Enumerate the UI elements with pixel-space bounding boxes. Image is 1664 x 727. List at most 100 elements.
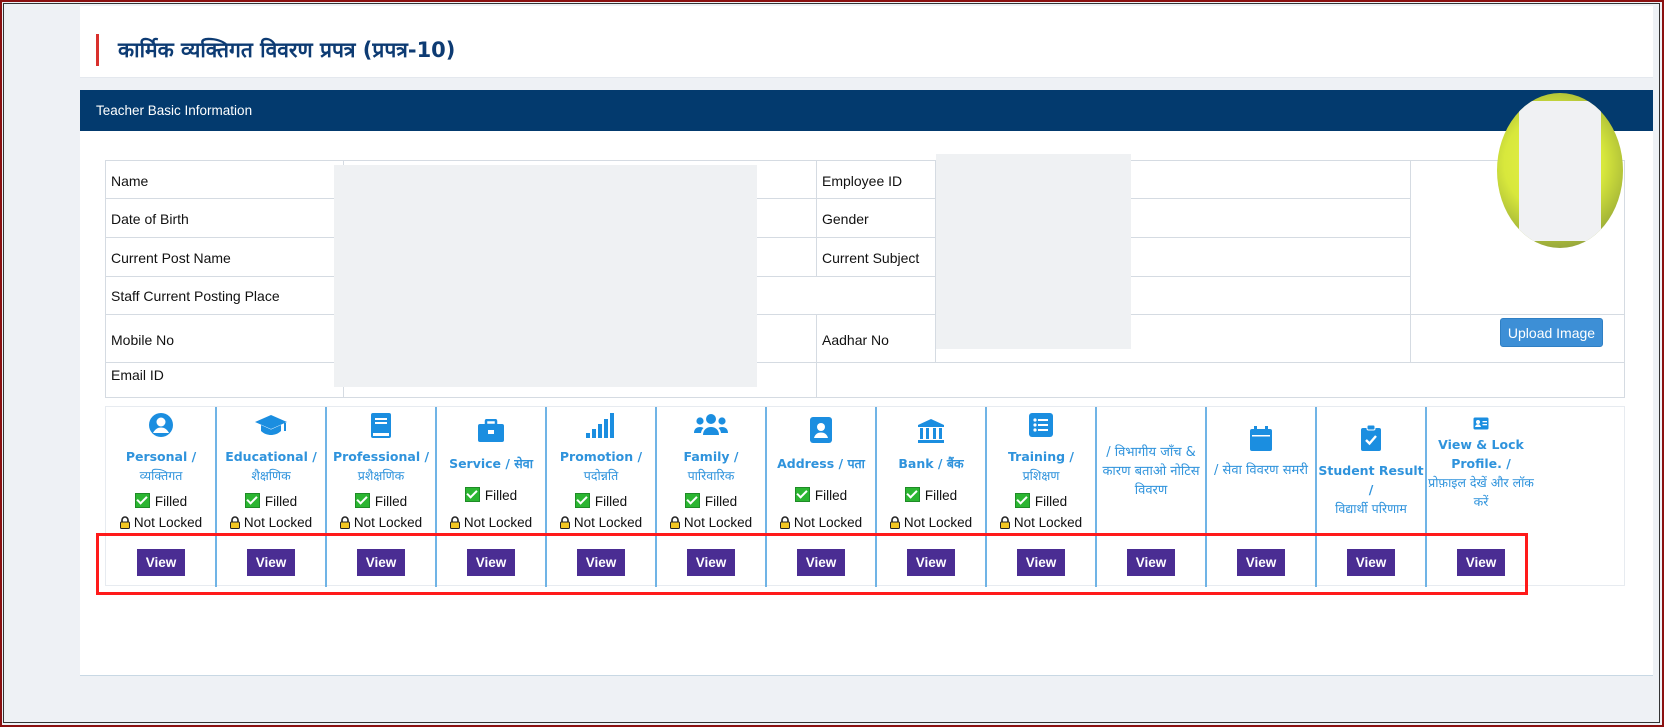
filled-status: Filled: [546, 493, 656, 509]
view-inquiry-button[interactable]: View: [1127, 549, 1175, 576]
module-title-en: Service / सेवा: [449, 456, 533, 471]
module-title-hi: व्यक्तिगत: [139, 468, 183, 483]
view-personal-button[interactable]: View: [137, 549, 185, 576]
check-icon: [354, 493, 370, 508]
check-icon: [464, 487, 480, 502]
lock-icon: [999, 516, 1010, 529]
module-service-summary: / सेवा विवरण समरी View: [1206, 407, 1316, 587]
lock-status: Not Locked: [106, 515, 216, 530]
list-icon: [986, 412, 1096, 443]
filled-status: Filled: [876, 487, 986, 503]
lock-status: Not Locked: [326, 515, 436, 530]
redacted-info-left: [334, 165, 757, 387]
lock-icon: [559, 516, 570, 529]
module-service: Service / सेवा Filled Not Locked View: [436, 407, 546, 587]
module-title-en: / सेवा विवरण समरी: [1214, 463, 1308, 478]
dob-label: Date of Birth: [111, 211, 189, 227]
title-accent-bar: [96, 34, 99, 66]
module-title-en: Address / पता: [777, 456, 865, 471]
page-title: कार्मिक व्यक्तिगत विवरण प्रपत्र (प्रपत्र…: [118, 38, 456, 62]
lock-icon: [339, 516, 350, 529]
user-circle-icon: [106, 412, 216, 443]
filled-status: Filled: [656, 493, 766, 509]
view-address-button[interactable]: View: [797, 549, 845, 576]
graduation-cap-icon: [216, 413, 326, 442]
signal-bars-icon: [546, 411, 656, 444]
post-label: Current Post Name: [111, 250, 231, 266]
module-student-result: Student Result / विद्यार्थी परिणाम View: [1316, 407, 1426, 587]
avatar: [1497, 93, 1623, 248]
check-icon: [574, 493, 590, 508]
view-service-summary-button[interactable]: View: [1237, 549, 1285, 576]
lock-icon: [229, 516, 240, 529]
module-title-hi: शैक्षणिक: [251, 468, 291, 483]
module-title-hi: पारिवारिक: [687, 468, 735, 483]
module-title-en: Promotion /: [559, 449, 643, 464]
check-icon: [244, 493, 260, 508]
lock-icon: [449, 516, 460, 529]
redacted-info-right: [936, 154, 1131, 349]
view-bank-button[interactable]: View: [907, 549, 955, 576]
view-service-button[interactable]: View: [467, 549, 515, 576]
filled-status: Filled: [326, 493, 436, 509]
module-title-en: Personal /: [125, 449, 197, 464]
module-title-en: Training /: [1008, 449, 1074, 464]
check-icon: [904, 487, 920, 502]
check-icon: [794, 487, 810, 502]
filled-status: Filled: [766, 487, 876, 503]
lock-icon: [889, 516, 900, 529]
view-educational-button[interactable]: View: [247, 549, 295, 576]
view-lock-profile-button[interactable]: View: [1457, 549, 1505, 576]
lock-icon: [669, 516, 680, 529]
card-header: Teacher Basic Information: [80, 90, 1653, 131]
module-title-en: Educational /: [225, 449, 317, 464]
aadhar-label: Aadhar No: [822, 332, 889, 348]
lock-status: Not Locked: [766, 515, 876, 530]
address-book-icon: [766, 416, 876, 449]
module-title-hi: प्रोफ़ाइल देखें और लॉक करें: [1428, 475, 1534, 509]
posting-place-label: Staff Current Posting Place: [111, 288, 280, 304]
module-title-hi: विद्यार्थी परिणाम: [1335, 501, 1407, 516]
subject-label: Current Subject: [822, 250, 920, 266]
view-student-result-button[interactable]: View: [1347, 549, 1395, 576]
module-title-en: Professional /: [332, 449, 430, 464]
module-title-en: View & Lock Profile. /: [1438, 437, 1524, 471]
module-title-en: Family /: [683, 449, 739, 464]
module-address: Address / पता Filled Not Locked View: [766, 407, 876, 587]
view-professional-button[interactable]: View: [357, 549, 405, 576]
view-promotion-button[interactable]: View: [577, 549, 625, 576]
briefcase-icon: [436, 419, 546, 448]
teacher-info-card: Teacher Basic Information Name Date of B…: [80, 90, 1653, 676]
lock-status: Not Locked: [876, 515, 986, 530]
teacher-info-table: Name Date of Birth Current Post Name Sta…: [105, 154, 1625, 398]
profile-modules: Personal / व्यक्तिगत Filled Not Locked V…: [105, 406, 1625, 587]
view-training-button[interactable]: View: [1017, 549, 1065, 576]
module-family: Family / पारिवारिक Filled Not Locked Vie…: [656, 407, 766, 587]
redacted-photo: [1519, 101, 1601, 241]
module-title-en: Student Result /: [1318, 463, 1424, 497]
lock-icon: [119, 516, 130, 529]
module-personal: Personal / व्यक्तिगत Filled Not Locked V…: [106, 407, 216, 587]
module-title-en: / विभागीय जाँच & कारण बताओ नोटिस विवरण: [1102, 445, 1200, 498]
module-professional: Professional / प्रशैक्षणिक Filled Not Lo…: [326, 407, 436, 587]
view-family-button[interactable]: View: [687, 549, 735, 576]
profile-photo: [1497, 93, 1627, 248]
gender-label: Gender: [822, 211, 869, 227]
lock-status: Not Locked: [436, 515, 546, 530]
users-icon: [656, 413, 766, 442]
upload-image-button[interactable]: Upload Image: [1500, 318, 1603, 347]
module-departmental-inquiry: / विभागीय जाँच & कारण बताओ नोटिस विवरण V…: [1096, 407, 1206, 587]
book-icon: [326, 412, 436, 444]
module-title-hi: प्रशिक्षण: [1022, 468, 1060, 483]
page-title-panel: कार्मिक व्यक्तिगत विवरण प्रपत्र (प्रपत्र…: [80, 6, 1653, 78]
module-promotion: Promotion / पदोन्नति Filled Not Locked V…: [546, 407, 656, 587]
module-bank: Bank / बैंक Filled Not Locked View: [876, 407, 986, 587]
calendar-icon: [1206, 425, 1316, 457]
name-label: Name: [111, 173, 149, 189]
lock-icon: [779, 516, 790, 529]
check-icon: [684, 493, 700, 508]
email-label: Email ID: [111, 367, 164, 383]
mobile-label: Mobile No: [111, 332, 175, 348]
module-training: Training / प्रशिक्षण Filled Not Locked V…: [986, 407, 1096, 587]
filled-status: Filled: [986, 493, 1096, 509]
